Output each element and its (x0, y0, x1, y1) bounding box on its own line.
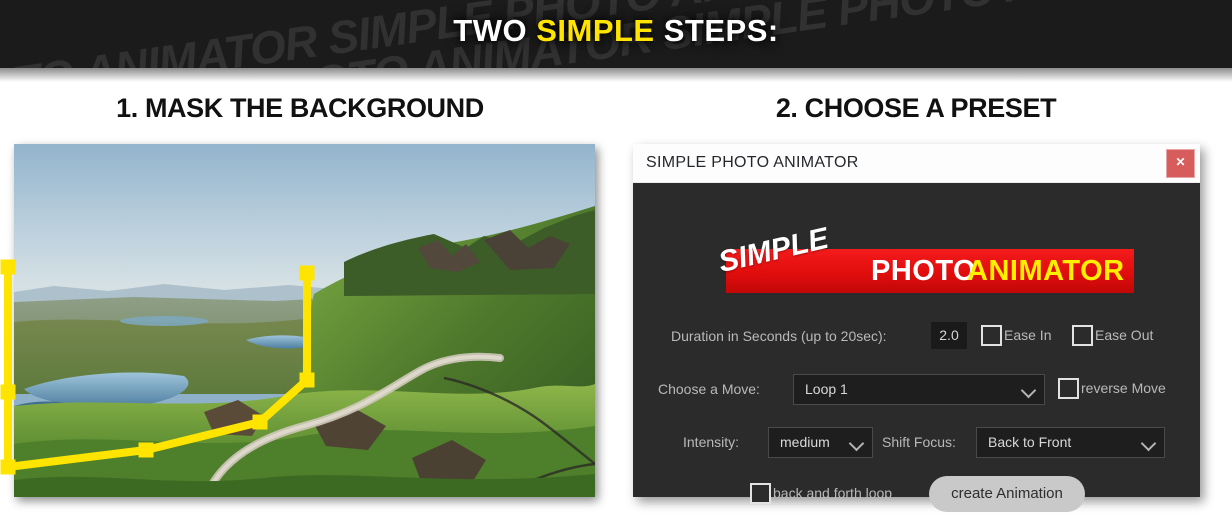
chevron-down-icon (848, 435, 865, 452)
photo-panel (0, 144, 595, 497)
header-title-highlight: SIMPLE (536, 13, 655, 48)
shift-focus-select[interactable]: Back to Front (976, 427, 1165, 458)
ease-out-label: Ease Out (1095, 327, 1154, 343)
back-and-forth-loop-checkbox[interactable] (750, 483, 771, 504)
move-select-value: Loop 1 (805, 381, 848, 397)
shift-focus-select-value: Back to Front (988, 434, 1072, 450)
bottom-row: back and forth loop create Animation (633, 476, 1200, 512)
page-root: HOTO ANIMATOR SIMPLE PHOTO ANIMATOR SIMP… (0, 0, 1232, 514)
shift-focus-label: Shift Focus: (882, 434, 956, 450)
intensity-select-value: medium (780, 434, 830, 450)
back-and-forth-loop-label: back and forth loop (773, 485, 893, 501)
ease-in-checkbox[interactable] (981, 325, 1002, 346)
reverse-move-label: reverse Move (1081, 380, 1166, 396)
landscape-photo (14, 144, 595, 497)
header-title-post: STEPS: (654, 13, 779, 48)
step-2-title: 2. CHOOSE A PRESET (775, 93, 1057, 123)
step-1-title: 1. MASK THE BACKGROUND (116, 93, 484, 123)
reverse-move-checkbox[interactable] (1058, 378, 1079, 399)
chevron-down-icon (1020, 382, 1037, 399)
header-shadow (0, 68, 1232, 82)
duration-input[interactable]: 2.0 (931, 322, 967, 349)
intensity-label: Intensity: (683, 434, 740, 450)
intensity-row: Intensity: medium Shift Focus: Back to F… (633, 427, 1200, 458)
header-banner: HOTO ANIMATOR SIMPLE PHOTO ANIMATOR SIMP… (0, 0, 1232, 68)
logo-photo-text: PHOTO (871, 255, 977, 287)
product-logo: PHOTO ANIMATOR SIMPLE (699, 222, 1134, 293)
create-animation-button[interactable]: create Animation (929, 476, 1085, 512)
dialog-titlebar: SIMPLE PHOTO ANIMATOR ✕ (633, 144, 1200, 183)
duration-label: Duration in Seconds (up to 20sec): (671, 328, 887, 344)
move-row: Choose a Move: Loop 1 reverse Move (633, 374, 1200, 405)
ease-in-label: Ease In (1004, 327, 1052, 343)
header-title: TWO SIMPLE STEPS: (0, 13, 1232, 49)
dialog-title: SIMPLE PHOTO ANIMATOR (646, 154, 859, 171)
intensity-select[interactable]: medium (768, 427, 873, 458)
move-select[interactable]: Loop 1 (793, 374, 1045, 405)
plugin-dialog: SIMPLE PHOTO ANIMATOR ✕ PHOTO ANIMATOR S… (633, 144, 1200, 512)
ease-out-checkbox[interactable] (1072, 325, 1093, 346)
dialog-body: PHOTO ANIMATOR SIMPLE Duration in Second… (633, 183, 1200, 512)
move-label: Choose a Move: (658, 381, 760, 397)
logo-animator-text: ANIMATOR (967, 255, 1125, 287)
duration-row: Duration in Seconds (up to 20sec): 2.0 E… (633, 322, 1200, 352)
header-title-pre: TWO (453, 13, 537, 48)
close-icon[interactable]: ✕ (1166, 149, 1195, 178)
chevron-down-icon (1140, 435, 1157, 452)
